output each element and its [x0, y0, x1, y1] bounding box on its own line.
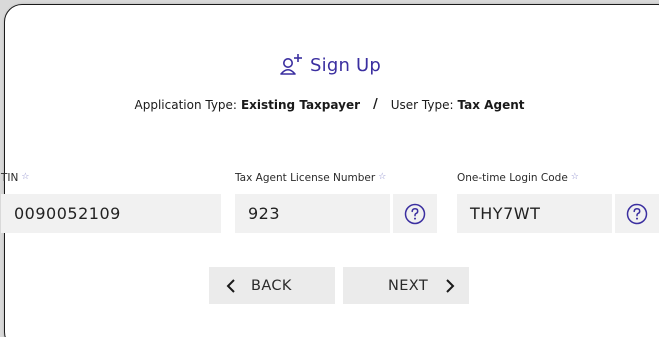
question-circle-icon [626, 203, 648, 224]
application-type-label: Application Type: [134, 97, 237, 112]
application-info: Application Type: Existing Taxpayer / Us… [0, 97, 659, 112]
license-label: Tax Agent License Number ☆ [235, 172, 386, 184]
login-code-help-button[interactable] [615, 194, 659, 233]
application-type-value: Existing Taxpayer [240, 97, 360, 112]
license-help-button[interactable] [393, 194, 437, 233]
user-type-label: User Type: [390, 97, 454, 112]
license-value: 923 [248, 204, 281, 223]
info-separator: / [373, 97, 378, 112]
back-button[interactable]: BACK [209, 267, 335, 304]
chevron-left-icon [226, 278, 235, 293]
chevron-right-icon [446, 278, 455, 293]
next-button-label: NEXT [388, 277, 429, 294]
question-circle-icon [404, 203, 426, 224]
back-button-label: BACK [251, 277, 292, 294]
required-star-icon: ☆ [570, 172, 579, 182]
page-title-text: Sign Up [310, 54, 381, 76]
tin-input[interactable]: 0090052109 [1, 194, 221, 233]
add-user-icon [280, 54, 302, 75]
tin-label-text: TIN [1, 172, 19, 184]
license-label-text: Tax Agent License Number [235, 172, 376, 184]
license-input[interactable]: 923 [235, 194, 390, 233]
required-star-icon: ☆ [21, 172, 30, 182]
login-code-value: THY7WT [470, 204, 541, 223]
user-type-value: Tax Agent [457, 97, 525, 112]
tin-value: 0090052109 [14, 204, 121, 223]
required-star-icon: ☆ [378, 172, 387, 182]
login-code-label: One-time Login Code ☆ [457, 172, 579, 184]
login-code-label-text: One-time Login Code [457, 172, 568, 184]
login-code-input[interactable]: THY7WT [457, 194, 612, 233]
next-button[interactable]: NEXT [343, 267, 469, 304]
page-title: Sign Up [0, 52, 659, 78]
tin-label: TIN ☆ [1, 172, 29, 184]
